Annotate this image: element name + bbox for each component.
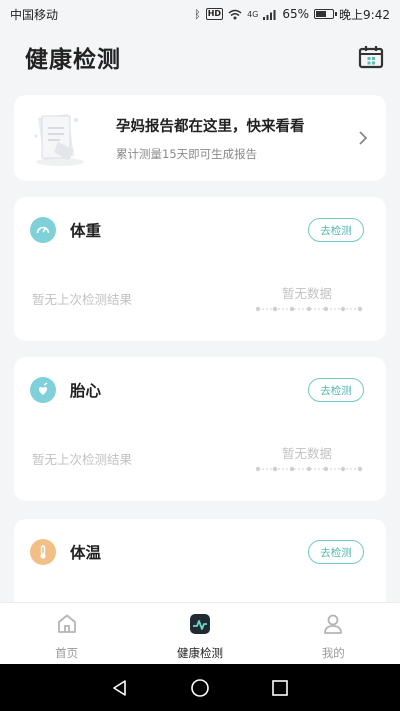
signal-icon xyxy=(263,9,276,20)
back-icon[interactable] xyxy=(110,678,130,698)
home-icon xyxy=(57,614,76,633)
fetal-heart-last-result: 暂无上次检测结果 xyxy=(32,452,133,467)
wifi-icon xyxy=(228,9,242,19)
page-title: 健康检测 xyxy=(25,47,121,73)
report-subtitle: 累计测量15天即可生成报告 xyxy=(116,146,258,161)
status-bar: 中国移动 ᛒ HD 4G 65% 晚上9:42 xyxy=(0,0,400,28)
nav-health-check-label: 健康检测 xyxy=(176,646,223,660)
empty-chart-point xyxy=(272,306,278,312)
empty-chart-point xyxy=(255,466,261,472)
scale-icon xyxy=(30,217,56,243)
nav-profile[interactable]: 我的 xyxy=(267,603,400,664)
chevron-right-icon xyxy=(359,131,368,145)
empty-chart-point xyxy=(255,306,261,312)
weight-no-data: 暂无数据 xyxy=(282,286,333,301)
carrier-name: 中国移动 xyxy=(10,7,59,22)
page-header: 健康检测 xyxy=(0,28,400,86)
empty-chart-point xyxy=(357,466,363,472)
hd-icon: HD xyxy=(205,8,224,20)
empty-chart-point xyxy=(357,306,363,312)
weight-last-result: 暂无上次检测结果 xyxy=(32,292,133,307)
empty-chart-point xyxy=(323,466,329,472)
report-text: 孕妈报告都在这里，快来看看 累计测量15天即可生成报告 xyxy=(116,115,356,162)
clock: 晚上9:42 xyxy=(339,7,390,22)
fetal-heart-no-data: 暂无数据 xyxy=(282,446,333,461)
nav-home[interactable]: 首页 xyxy=(0,603,133,664)
fetal-heart-card: 胎心 去检测 暂无上次检测结果 暂无数据 xyxy=(14,357,386,501)
weight-header: 体重 xyxy=(30,217,101,243)
nav-home-label: 首页 xyxy=(55,646,79,660)
fetal-heart-title: 胎心 xyxy=(70,382,102,400)
fetal-heart-icon xyxy=(30,377,56,403)
calendar-icon[interactable] xyxy=(358,45,384,69)
report-title: 孕妈报告都在这里，快来看看 xyxy=(116,118,305,135)
empty-chart-point xyxy=(289,306,295,312)
empty-chart-point xyxy=(323,306,329,312)
battery-percent: 65% xyxy=(282,7,310,21)
bottom-nav: 首页 健康检测 我的 xyxy=(0,602,400,664)
network-type-label: 4G xyxy=(247,9,259,19)
thermometer-icon xyxy=(30,539,56,565)
weight-check-button[interactable]: 去检测 xyxy=(308,218,364,242)
empty-chart-point xyxy=(306,306,312,312)
empty-chart-point xyxy=(272,466,278,472)
weight-card: 体重 去检测 暂无上次检测结果 暂无数据 xyxy=(14,197,386,341)
empty-chart-point xyxy=(340,306,346,312)
temperature-title: 体温 xyxy=(70,544,102,562)
health-monitor-icon xyxy=(189,614,210,634)
temperature-check-button[interactable]: 去检测 xyxy=(308,540,364,564)
report-document-icon xyxy=(34,114,84,166)
battery-level xyxy=(316,11,327,17)
fetal-heart-empty-chart xyxy=(255,466,363,472)
bluetooth-icon: ᛒ xyxy=(194,7,201,21)
user-icon xyxy=(324,614,343,634)
battery-icon xyxy=(314,9,338,19)
weight-title: 体重 xyxy=(70,222,102,240)
temperature-header: 体温 xyxy=(30,539,101,565)
recent-apps-icon[interactable] xyxy=(270,678,290,698)
system-nav-bar xyxy=(0,664,400,711)
report-card[interactable]: 孕妈报告都在这里，快来看看 累计测量15天即可生成报告 xyxy=(14,95,386,181)
empty-chart-point xyxy=(340,466,346,472)
home-circle-icon[interactable] xyxy=(190,678,210,698)
empty-chart-point xyxy=(306,466,312,472)
nav-health-check[interactable]: 健康检测 xyxy=(133,603,266,664)
status-icons: ᛒ HD 4G 65% 晚上9:42 xyxy=(194,6,390,23)
fetal-heart-header: 胎心 xyxy=(30,377,101,403)
empty-chart-point xyxy=(289,466,295,472)
weight-empty-chart xyxy=(255,306,363,312)
nav-profile-label: 我的 xyxy=(321,646,345,660)
fetal-heart-check-button[interactable]: 去检测 xyxy=(308,378,364,402)
